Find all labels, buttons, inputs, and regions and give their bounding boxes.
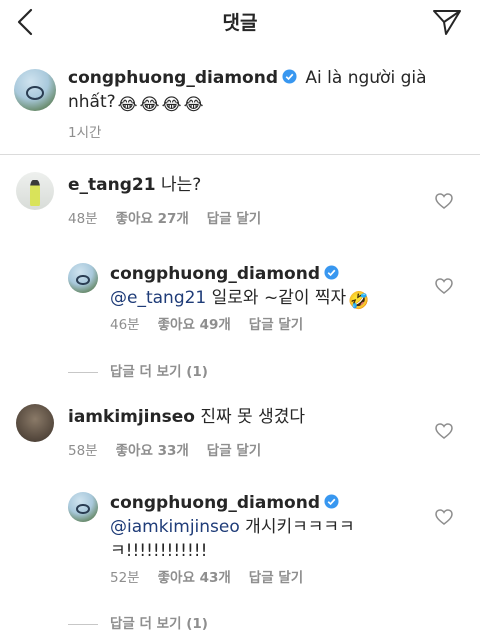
- send-icon[interactable]: [432, 8, 462, 36]
- comment-meta: 48분 좋아요 27개 답글 달기: [68, 207, 279, 227]
- rofl-emoji-icon: 🤣: [348, 291, 370, 311]
- username[interactable]: congphuong_diamond: [68, 68, 278, 88]
- heart-icon[interactable]: [435, 423, 453, 439]
- view-more-replies-button[interactable]: 답글 더 보기 (1): [68, 360, 208, 380]
- heart-icon[interactable]: [435, 278, 453, 294]
- post-caption: congphuong_diamond Ai là người già nhất?…: [0, 44, 480, 155]
- username[interactable]: congphuong_diamond: [110, 493, 320, 513]
- reply-body: 일로와 ~같이 찍자: [206, 288, 347, 308]
- divider-line: [68, 371, 98, 373]
- top-bar: 댓글: [0, 0, 480, 45]
- verified-badge-icon: [324, 265, 339, 280]
- likes-count[interactable]: 좋아요 43개: [158, 570, 231, 586]
- laughing-emoji-icon: 😂: [183, 95, 204, 115]
- likes-count[interactable]: 좋아요 33개: [116, 443, 189, 459]
- reply-button[interactable]: 답글 달기: [207, 211, 261, 227]
- page-title: 댓글: [222, 12, 258, 34]
- mention-link[interactable]: @e_tang21: [110, 288, 206, 308]
- comment-time: 46분: [110, 317, 140, 333]
- comment-meta: 58분 좋아요 33개 답글 달기: [68, 439, 279, 459]
- laughing-emoji-icon: 😂: [161, 95, 182, 115]
- avatar[interactable]: [16, 404, 54, 442]
- reply-button[interactable]: 답글 달기: [207, 443, 261, 459]
- comment-time: 48분: [68, 211, 98, 227]
- comment-text: e_tang21 나는?: [68, 173, 201, 197]
- caption-timestamp: 1시간: [68, 125, 102, 141]
- username[interactable]: congphuong_diamond: [110, 264, 320, 284]
- comment-time: 52분: [110, 570, 140, 586]
- likes-count[interactable]: 좋아요 49개: [158, 317, 231, 333]
- likes-count[interactable]: 좋아요 27개: [116, 211, 189, 227]
- avatar[interactable]: [68, 263, 98, 293]
- comment-meta: 46분 좋아요 49개 답글 달기: [110, 313, 321, 333]
- comment-body: 나는?: [160, 175, 202, 195]
- avatar[interactable]: [14, 69, 56, 111]
- avatar[interactable]: [68, 492, 98, 522]
- laughing-emoji-icon: 😂: [139, 95, 160, 115]
- view-more-replies-button[interactable]: 답글 더 보기 (1): [68, 612, 208, 632]
- reply-body-continued: ㅋ!!!!!!!!!!!!: [110, 541, 208, 561]
- comment-time: 58분: [68, 443, 98, 459]
- heart-icon[interactable]: [435, 193, 453, 209]
- reply-text: congphuong_diamond @iamkimjinseo 개시키ㅋㅋㅋㅋ…: [110, 491, 440, 563]
- divider-line: [68, 623, 98, 625]
- heart-icon[interactable]: [435, 509, 453, 525]
- mention-link[interactable]: @iamkimjinseo: [110, 517, 240, 537]
- caption-text: congphuong_diamond Ai là người già nhất?…: [68, 66, 468, 115]
- verified-badge-icon: [324, 494, 339, 509]
- verified-badge-icon: [282, 69, 297, 84]
- avatar[interactable]: [16, 172, 54, 210]
- comment-body: 진짜 못 생겼다: [200, 407, 306, 427]
- username[interactable]: iamkimjinseo: [68, 407, 195, 427]
- view-more-label: 답글 더 보기 (1): [110, 616, 208, 632]
- reply-body: 개시키ㅋㅋㅋㅋ: [239, 517, 355, 537]
- username[interactable]: e_tang21: [68, 175, 156, 195]
- reply-text: congphuong_diamond @e_tang21 일로와 ~같이 찍자 🤣: [110, 262, 460, 311]
- reply-button[interactable]: 답글 달기: [249, 570, 303, 586]
- view-more-label: 답글 더 보기 (1): [110, 364, 208, 380]
- laughing-emoji-icon: 😂: [117, 95, 138, 115]
- comment-text: iamkimjinseo 진짜 못 생겼다: [68, 405, 305, 429]
- reply-button[interactable]: 답글 달기: [249, 317, 303, 333]
- comment-meta: 52분 좋아요 43개 답글 달기: [110, 566, 321, 586]
